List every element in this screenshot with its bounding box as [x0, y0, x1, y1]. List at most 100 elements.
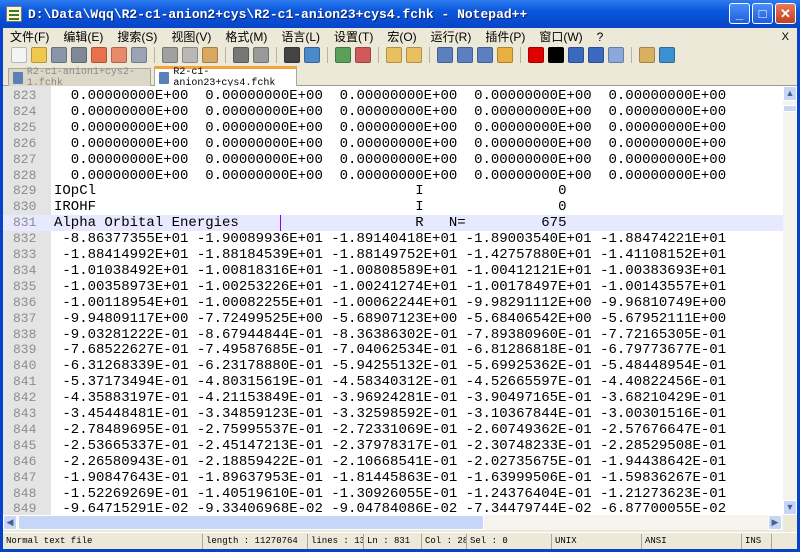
close-file-icon[interactable]: [91, 47, 107, 63]
toolbar-separator: [429, 47, 430, 63]
paste-icon[interactable]: [202, 47, 218, 63]
horizontal-scrollbar[interactable]: ◀ ▶: [3, 515, 783, 530]
editor-line[interactable]: 830 IROHF I 0: [3, 199, 783, 215]
sync-horizontal-icon[interactable]: [406, 47, 422, 63]
new-file-icon[interactable]: [11, 47, 27, 63]
editor-line[interactable]: 840 -6.31268339E-01 -6.23178880E-01 -5.9…: [3, 358, 783, 374]
word-wrap-icon[interactable]: [437, 47, 453, 63]
cut-icon[interactable]: [162, 47, 178, 63]
print-icon[interactable]: [131, 47, 147, 63]
play-macro-icon[interactable]: [568, 47, 584, 63]
menu-item-7[interactable]: 宏(O): [380, 28, 423, 45]
menu-item-8[interactable]: 运行(R): [424, 28, 479, 45]
scroll-down-button[interactable]: ▼: [783, 500, 797, 515]
zoom-out-icon[interactable]: [355, 47, 371, 63]
notepadpp-window: D:\Data\Wqq\R2-c1-anion2+cys\R2-c1-anion…: [0, 0, 800, 552]
spell-check-icon[interactable]: [659, 47, 675, 63]
scroll-left-button[interactable]: ◀: [3, 515, 17, 530]
status-insert-mode: INS: [742, 533, 772, 549]
copy-icon[interactable]: [182, 47, 198, 63]
editor-line[interactable]: 849 -9.64715291E-02 -9.33406968E-02 -9.0…: [3, 501, 783, 515]
editor-line[interactable]: 843 -3.45448481E-01 -3.34859123E-01 -3.3…: [3, 406, 783, 422]
scroll-up-button[interactable]: ▲: [783, 86, 797, 101]
editor-line[interactable]: 844 -2.78489695E-01 -2.75995537E-01 -2.7…: [3, 422, 783, 438]
menu-item-11[interactable]: ?: [590, 30, 611, 44]
find-icon[interactable]: [284, 47, 300, 63]
editor-line[interactable]: 839 -7.68522627E-01 -7.49587685E-01 -7.0…: [3, 342, 783, 358]
text-editor[interactable]: 823 0.00000000E+00 0.00000000E+00 0.0000…: [3, 86, 783, 515]
line-number: 825: [13, 119, 37, 135]
line-number: 833: [13, 247, 37, 262]
status-encoding[interactable]: ANSI: [642, 533, 742, 549]
sync-vertical-icon[interactable]: [386, 47, 402, 63]
folder-workspace-icon[interactable]: [639, 47, 655, 63]
line-number: 829: [13, 183, 37, 199]
menu-item-1[interactable]: 编辑(E): [56, 28, 110, 45]
editor-line[interactable]: 824 0.00000000E+00 0.00000000E+00 0.0000…: [3, 104, 783, 120]
line-text: 0.00000000E+00 0.00000000E+00 0.00000000…: [54, 103, 727, 120]
replace-icon[interactable]: [304, 47, 320, 63]
editor-line[interactable]: 829 IOpCl I 0: [3, 183, 783, 199]
maximize-button[interactable]: □: [752, 3, 773, 24]
menu-item-5[interactable]: 语言(L): [274, 28, 327, 45]
editor-line[interactable]: 837 -9.94809117E+00 -7.72499525E+00 -5.6…: [3, 311, 783, 327]
editor-line[interactable]: 833 -1.88414992E+01 -1.88184539E+01 -1.8…: [3, 247, 783, 263]
run-macro-multiple-icon[interactable]: [588, 47, 604, 63]
menu-item-0[interactable]: 文件(F): [3, 28, 56, 45]
editor-line[interactable]: 842 -4.35883197E-01 -4.21153849E-01 -3.9…: [3, 390, 783, 406]
editor-line[interactable]: 828 0.00000000E+00 0.00000000E+00 0.0000…: [3, 168, 783, 184]
tab-bar: R2-c1-anion1+cys2-1.fchk R2-c1-anion23+c…: [3, 66, 797, 89]
title-bar[interactable]: D:\Data\Wqq\R2-c1-anion2+cys\R2-c1-anion…: [0, 0, 800, 28]
redo-icon[interactable]: [253, 47, 269, 63]
minimize-button[interactable]: _: [729, 3, 750, 24]
status-eol-format[interactable]: UNIX: [552, 533, 642, 549]
editor-line[interactable]: 825 0.00000000E+00 0.00000000E+00 0.0000…: [3, 120, 783, 136]
open-file-icon[interactable]: [31, 47, 47, 63]
indent-guide-icon[interactable]: [477, 47, 493, 63]
line-number: 824: [13, 103, 37, 119]
document-map-icon[interactable]: [497, 47, 513, 63]
menu-item-10[interactable]: 窗口(W): [532, 28, 589, 45]
show-all-chars-icon[interactable]: [457, 47, 473, 63]
menu-item-3[interactable]: 视图(V): [164, 28, 218, 45]
editor-line[interactable]: 847 -1.90847643E-01 -1.89637953E-01 -1.8…: [3, 470, 783, 486]
line-number: 840: [13, 358, 37, 374]
editor-line[interactable]: 827 0.00000000E+00 0.00000000E+00 0.0000…: [3, 152, 783, 168]
editor-line[interactable]: 835 -1.00358973E+01 -1.00253226E+01 -1.0…: [3, 279, 783, 295]
close-button[interactable]: ✕: [775, 3, 796, 24]
scroll-right-button[interactable]: ▶: [768, 515, 782, 530]
zoom-in-icon[interactable]: [335, 47, 351, 63]
menu-item-2[interactable]: 搜索(S): [110, 28, 164, 45]
line-number: 839: [13, 342, 37, 358]
horizontal-scroll-thumb[interactable]: [18, 515, 484, 530]
editor-line[interactable]: 831 Alpha Orbital Energies R N= 675: [3, 215, 783, 232]
editor-line[interactable]: 834 -1.01038492E+01 -1.00818316E+01 -1.0…: [3, 263, 783, 279]
tab-r2-c1-anion1-cys2-1[interactable]: R2-c1-anion1+cys2-1.fchk: [8, 67, 151, 89]
editor-line[interactable]: 845 -2.53665337E-01 -2.45147213E-01 -2.3…: [3, 438, 783, 454]
editor-line[interactable]: 836 -1.00118954E+01 -1.00082255E+01 -1.0…: [3, 295, 783, 311]
editor-line[interactable]: 826 0.00000000E+00 0.00000000E+00 0.0000…: [3, 136, 783, 152]
close-document-button[interactable]: X: [782, 31, 789, 43]
undo-icon[interactable]: [233, 47, 249, 63]
save-icon[interactable]: [51, 47, 67, 63]
line-number: 837: [13, 310, 37, 326]
editor-line[interactable]: 832 -8.86377355E+01 -1.90089936E+01 -1.8…: [3, 231, 783, 247]
record-macro-icon[interactable]: [528, 47, 544, 63]
menu-item-6[interactable]: 设置(T): [327, 28, 380, 45]
save-macro-icon[interactable]: [608, 47, 624, 63]
close-all-icon[interactable]: [111, 47, 127, 63]
vertical-scroll-thumb[interactable]: [783, 105, 797, 112]
editor-line[interactable]: 848 -1.52269269E-01 -1.40519610E-01 -1.3…: [3, 486, 783, 502]
vertical-scrollbar[interactable]: ▲ ▼: [783, 86, 797, 515]
editor-line[interactable]: 823 0.00000000E+00 0.00000000E+00 0.0000…: [3, 88, 783, 104]
editor-line[interactable]: 838 -9.03281222E-01 -8.67944844E-01 -8.3…: [3, 327, 783, 343]
save-all-icon[interactable]: [71, 47, 87, 63]
editor-line[interactable]: 841 -5.37173494E-01 -4.80315619E-01 -4.5…: [3, 374, 783, 390]
line-number: 843: [13, 406, 37, 421]
tab-r2-c1-anion23-cys4[interactable]: R2-c1-anion23+cys4.fchk: [154, 66, 297, 89]
editor-line[interactable]: 846 -2.26580943E-01 -2.18859422E-01 -2.1…: [3, 454, 783, 470]
menu-item-9[interactable]: 插件(P): [478, 28, 532, 45]
stop-macro-icon[interactable]: [548, 47, 564, 63]
status-file-type: Normal text file: [3, 533, 203, 549]
menu-item-4[interactable]: 格式(M): [218, 28, 274, 45]
